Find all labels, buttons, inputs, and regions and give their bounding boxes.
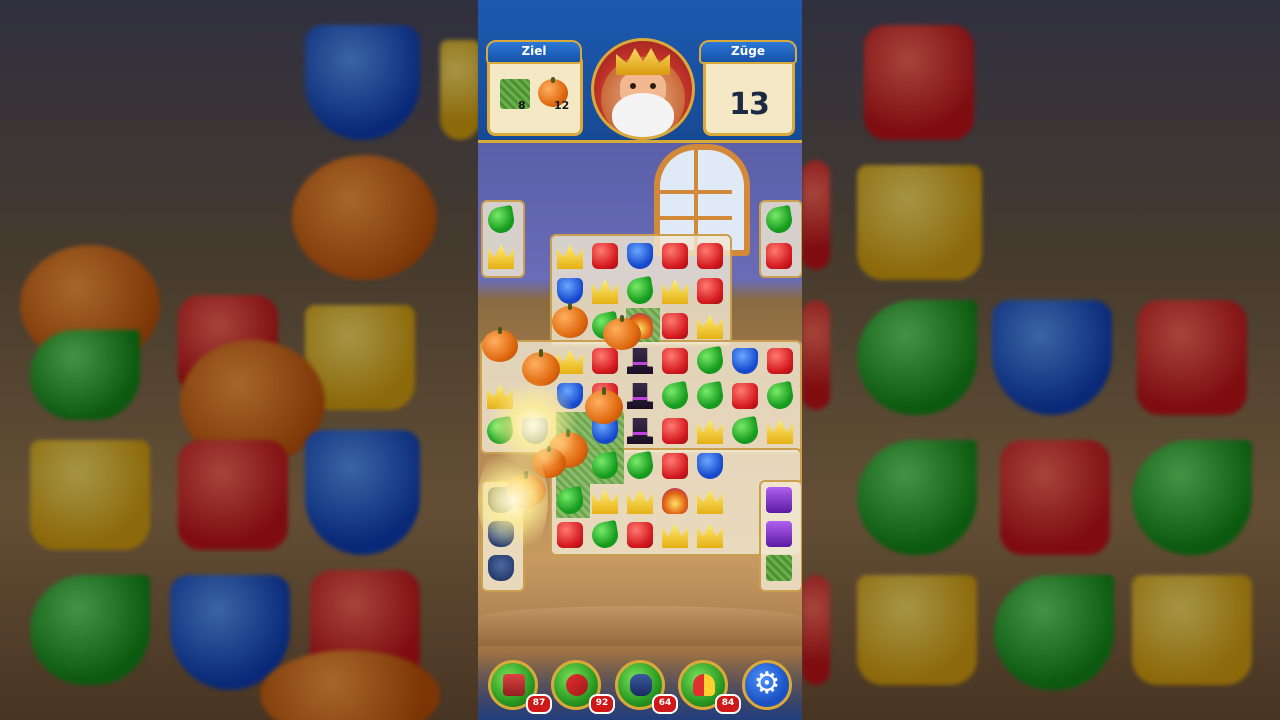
green-leaf-icon[interactable] xyxy=(659,380,691,412)
green-leaf-icon[interactable] xyxy=(694,380,726,412)
blue-shield-icon[interactable] xyxy=(557,278,583,304)
red-box-icon[interactable] xyxy=(732,383,758,409)
goal-pumpkin-count: 12 xyxy=(554,99,570,112)
blue-shield-icon[interactable] xyxy=(697,453,723,479)
gear-icon: ⚙ xyxy=(753,666,781,701)
moves-panel: 13 xyxy=(703,54,795,136)
red-box-icon[interactable] xyxy=(697,243,723,269)
blue-shield-icon[interactable] xyxy=(732,348,758,374)
green-leaf-icon[interactable] xyxy=(624,275,656,307)
yellow-crown-icon[interactable] xyxy=(592,279,618,304)
yellow-crown-icon[interactable] xyxy=(697,314,723,339)
pumpkin-icon xyxy=(603,315,641,350)
sparkle-effect xyxy=(478,440,548,560)
cannon-booster-icon xyxy=(630,674,652,696)
arrow-booster-icon xyxy=(566,674,588,696)
red-box-icon[interactable] xyxy=(697,278,723,304)
green-leaf-icon[interactable] xyxy=(485,204,517,236)
pumpkin-icon xyxy=(482,327,518,362)
yellow-crown-icon[interactable] xyxy=(592,489,618,514)
red-box-icon[interactable] xyxy=(767,348,793,374)
green-leaf-icon[interactable] xyxy=(729,415,761,447)
blue-shield-icon[interactable] xyxy=(627,243,653,269)
red-box-icon[interactable] xyxy=(662,243,688,269)
yellow-crown-icon[interactable] xyxy=(627,489,653,514)
jester-icon[interactable] xyxy=(662,488,688,514)
yellow-crown-icon[interactable] xyxy=(557,349,583,374)
arrow-booster-count: 92 xyxy=(589,694,615,714)
magic-hat-icon[interactable] xyxy=(627,383,653,409)
magic-hat-icon[interactable] xyxy=(627,418,653,444)
yellow-crown-icon[interactable] xyxy=(767,419,793,444)
floor-rim xyxy=(478,606,802,646)
magic-hat-icon[interactable] xyxy=(627,348,653,374)
red-box-icon[interactable] xyxy=(662,348,688,374)
red-box-icon[interactable] xyxy=(557,522,583,548)
red-box-icon[interactable] xyxy=(592,243,618,269)
hammer-booster-count: 87 xyxy=(526,694,552,714)
purple-box-icon[interactable] xyxy=(766,487,792,513)
red-box-icon[interactable] xyxy=(662,453,688,479)
crown-icon xyxy=(616,48,670,75)
red-box-icon[interactable] xyxy=(662,418,688,444)
grass-box-icon[interactable] xyxy=(766,555,792,581)
green-leaf-icon[interactable] xyxy=(589,450,621,482)
yellow-crown-icon[interactable] xyxy=(697,523,723,548)
goal-grass-count: 8 xyxy=(518,99,526,112)
background-left xyxy=(0,0,478,720)
green-leaf-icon[interactable] xyxy=(624,450,656,482)
green-leaf-icon[interactable] xyxy=(764,380,796,412)
red-box-icon[interactable] xyxy=(627,522,653,548)
settings-button[interactable]: ⚙ xyxy=(742,660,792,710)
pumpkin-icon xyxy=(552,303,588,338)
red-box-icon[interactable] xyxy=(592,348,618,374)
moves-label: Züge xyxy=(699,40,797,64)
cannon-booster-count: 64 xyxy=(652,694,678,714)
red-box-icon[interactable] xyxy=(662,313,688,339)
background-right xyxy=(802,0,1280,720)
yellow-crown-icon[interactable] xyxy=(488,244,514,269)
king-avatar xyxy=(591,38,695,140)
goal-panel: 8 12 xyxy=(487,54,583,136)
yellow-crown-icon[interactable] xyxy=(697,489,723,514)
hammer-booster-icon xyxy=(503,674,525,696)
green-leaf-icon[interactable] xyxy=(694,345,726,377)
game-screen: 8 12 Ziel 13 Züge 87 92 64 84 ⚙ xyxy=(478,0,802,720)
green-leaf-icon[interactable] xyxy=(763,204,795,236)
goal-label: Ziel xyxy=(486,40,582,64)
purple-box-icon[interactable] xyxy=(766,521,792,547)
jester-hat-booster-count: 84 xyxy=(715,694,741,714)
pumpkin-icon xyxy=(585,387,623,424)
red-box-icon[interactable] xyxy=(766,243,792,269)
yellow-crown-icon[interactable] xyxy=(697,419,723,444)
green-leaf-icon[interactable] xyxy=(589,519,621,551)
yellow-crown-icon[interactable] xyxy=(557,244,583,269)
green-leaf-icon[interactable] xyxy=(554,485,586,517)
yellow-crown-icon[interactable] xyxy=(662,279,688,304)
moves-counter: 13 xyxy=(729,87,770,122)
yellow-crown-icon[interactable] xyxy=(662,523,688,548)
jester-hat-booster-icon xyxy=(693,674,715,696)
